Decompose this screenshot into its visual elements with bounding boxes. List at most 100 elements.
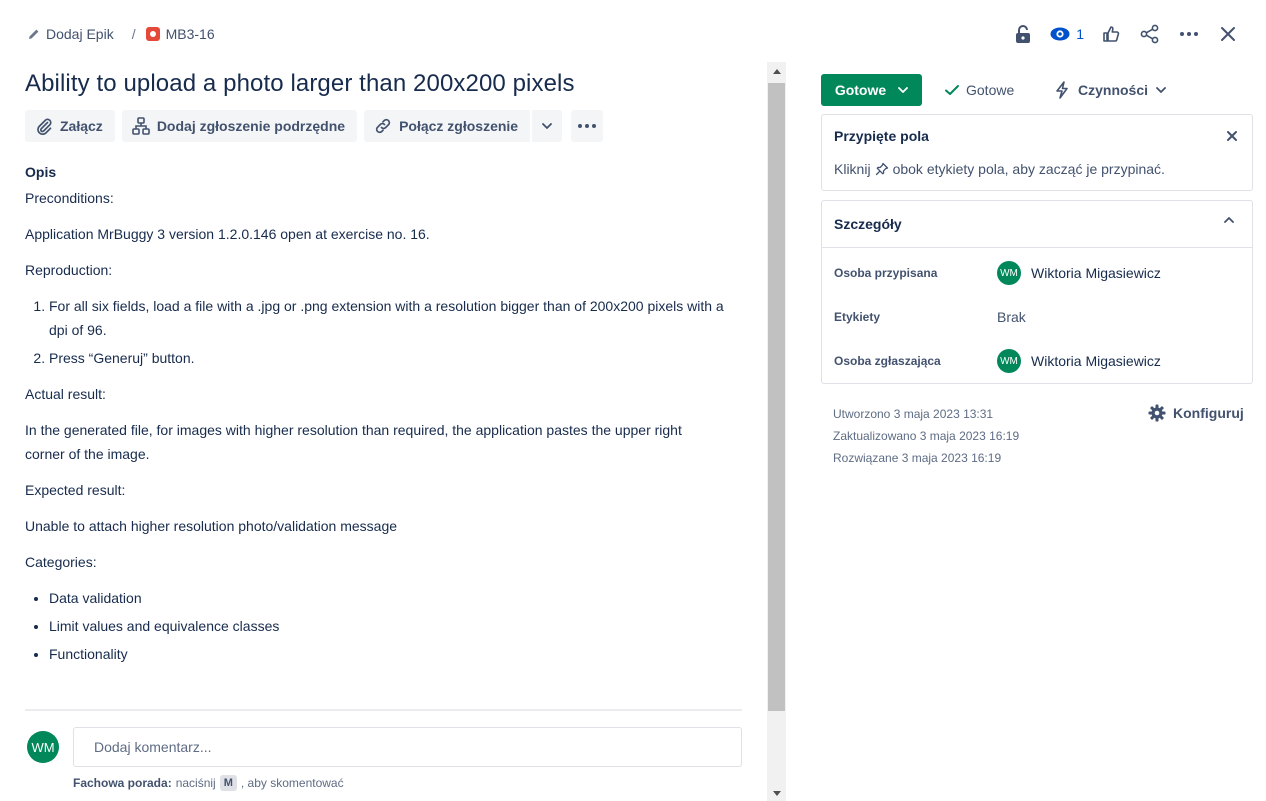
expected-result-label: Expected result:: [25, 482, 126, 498]
issue-actions: 1: [1000, 20, 1244, 48]
configure-label: Konfiguruj: [1173, 405, 1244, 421]
add-subtask-button[interactable]: Dodaj zgłoszenie podrzędne: [121, 110, 358, 142]
categories-list: Data validation Limit values and equival…: [49, 586, 725, 666]
assignee-label: Osoba przypisana: [834, 266, 938, 280]
link-issue-dropdown[interactable]: [530, 110, 563, 142]
toolbar-more-button[interactable]: [571, 110, 604, 142]
description-heading: Opis: [25, 164, 57, 180]
avatar: WM: [997, 261, 1021, 285]
issue-key-link[interactable]: MB3-16: [145, 26, 215, 42]
add-subtask-label: Dodaj zgłoszenie podrzędne: [156, 118, 346, 134]
add-epic-label: Dodaj Epik: [46, 26, 114, 42]
list-item: Limit values and equivalence classes: [49, 614, 725, 638]
reporter-value[interactable]: WM Wiktoria Migasiewicz: [997, 349, 1161, 373]
link-icon: [374, 117, 392, 135]
scroll-up-arrow[interactable]: [767, 62, 786, 80]
avatar: WM: [997, 349, 1021, 373]
pin-icon: [875, 162, 889, 176]
breadcrumb: Dodaj Epik / MB3-16: [28, 24, 215, 44]
reproduction-steps: For all six fields, load a file with a .…: [49, 294, 725, 370]
lightning-icon: [1054, 81, 1070, 99]
description[interactable]: Opis Preconditions: Application MrBuggy …: [25, 160, 725, 678]
bug-icon: [145, 27, 160, 41]
divider: [25, 709, 742, 711]
more-icon: [577, 123, 597, 129]
reproduction-label: Reproduction:: [25, 262, 113, 278]
attach-button[interactable]: Załącz: [25, 110, 115, 142]
link-issue-button[interactable]: Połącz zgłoszenie: [364, 110, 531, 142]
pinned-fields-hint: Kliknij obok etykiety pola, aby zacząć j…: [834, 161, 1165, 177]
more-actions-button[interactable]: [1173, 20, 1205, 48]
expected-result-text: Unable to attach higher resolution photo…: [25, 518, 398, 534]
pencil-icon: [28, 28, 40, 40]
configure-button[interactable]: Konfiguruj: [1148, 403, 1244, 423]
check-icon: [944, 84, 960, 96]
issue-dates: Utworzono 3 maja 2023 13:31 Zaktualizowa…: [833, 403, 1019, 469]
resolved-date: Rozwiązane 3 maja 2023 16:19: [833, 451, 1002, 465]
details-panel: Szczegóły Osoba przypisana WM Wiktoria M…: [821, 200, 1253, 384]
transition-done-button[interactable]: Gotowe: [944, 80, 1014, 100]
issue-title[interactable]: Ability to upload a photo larger than 20…: [25, 70, 575, 98]
chevron-down-icon: [898, 87, 909, 93]
chevron-down-icon: [542, 123, 553, 129]
comment-placeholder: Dodaj komentarz...: [94, 739, 212, 755]
preconditions-label: Preconditions:: [25, 190, 114, 206]
watchers-count: 1: [1076, 26, 1084, 42]
status-dropdown[interactable]: Gotowe: [821, 74, 922, 106]
list-item: Functionality: [49, 642, 725, 666]
close-icon: [1220, 26, 1236, 42]
close-icon: [1224, 128, 1240, 144]
add-epic-link[interactable]: Dodaj Epik: [28, 26, 114, 42]
reporter-row: Osoba zgłaszająca WM Wiktoria Migasiewic…: [834, 347, 1244, 375]
actual-result-label: Actual result:: [25, 386, 106, 402]
pinned-fields-panel: Przypięte pola Kliknij obok etykiety pol…: [821, 114, 1253, 191]
details-title: Szczegóły: [834, 216, 902, 232]
scroll-down-arrow[interactable]: [767, 784, 786, 801]
actual-result-text: In the generated file, for images with h…: [25, 422, 682, 462]
scrollbar-thumb[interactable]: [768, 83, 785, 711]
pinned-close-button[interactable]: [1224, 128, 1240, 144]
tip-before: naciśnij: [175, 776, 216, 790]
actions-label: Czynności: [1078, 82, 1149, 98]
link-issue-label: Połącz zgłoszenie: [399, 118, 519, 134]
updated-date: Zaktualizowano 3 maja 2023 16:19: [833, 429, 1020, 443]
actions-dropdown[interactable]: Czynności: [1054, 80, 1166, 100]
pinned-fields-title: Przypięte pola: [834, 128, 929, 144]
keyboard-shortcut: M: [219, 775, 237, 791]
eye-icon: [1050, 27, 1070, 41]
assignee-row: Osoba przypisana WM Wiktoria Migasiewicz: [834, 259, 1244, 287]
created-date: Utworzono 3 maja 2023 13:31: [833, 407, 994, 421]
assignee-name: Wiktoria Migasiewicz: [1031, 265, 1161, 281]
labels-label: Etykiety: [834, 310, 881, 324]
tip-after: , aby skomentować: [240, 776, 344, 790]
reporter-label: Osoba zgłaszająca: [834, 354, 941, 368]
link-issue-group: Połącz zgłoszenie: [364, 110, 563, 142]
details-header[interactable]: Szczegóły: [822, 201, 1252, 248]
chevron-down-icon: [1156, 87, 1166, 93]
tip-bold: Fachowa porada:: [73, 776, 172, 790]
more-icon: [1179, 31, 1199, 37]
share-icon: [1140, 24, 1160, 44]
breadcrumb-separator: /: [131, 26, 136, 42]
unlock-icon: [1014, 24, 1032, 44]
reporter-name: Wiktoria Migasiewicz: [1031, 353, 1161, 369]
assignee-value[interactable]: WM Wiktoria Migasiewicz: [997, 261, 1161, 285]
like-button[interactable]: [1095, 20, 1127, 48]
issue-toolbar: Załącz Dodaj zgłoszenie podrzędne Połącz…: [25, 110, 604, 142]
thumbs-up-icon: [1102, 25, 1120, 43]
unlock-button[interactable]: [1007, 20, 1039, 48]
comment-input[interactable]: Dodaj komentarz...: [73, 727, 742, 767]
chevron-up-icon: [1224, 217, 1234, 223]
attach-label: Załącz: [60, 118, 103, 134]
categories-label: Categories:: [25, 554, 97, 570]
pinned-hint-after: obok etykiety pola, aby zacząć je przypi…: [892, 161, 1165, 177]
comment-tip: Fachowa porada: naciśnij M, aby skomento…: [73, 775, 344, 791]
watch-button[interactable]: 1: [1046, 20, 1088, 48]
share-button[interactable]: [1134, 20, 1166, 48]
status-label: Gotowe: [834, 82, 887, 98]
preconditions-text: Application MrBuggy 3 version 1.2.0.146 …: [25, 226, 430, 242]
close-button[interactable]: [1212, 20, 1244, 48]
issue-key: MB3-16: [165, 26, 215, 42]
list-item: Data validation: [49, 586, 725, 610]
labels-value[interactable]: Brak: [997, 309, 1026, 325]
